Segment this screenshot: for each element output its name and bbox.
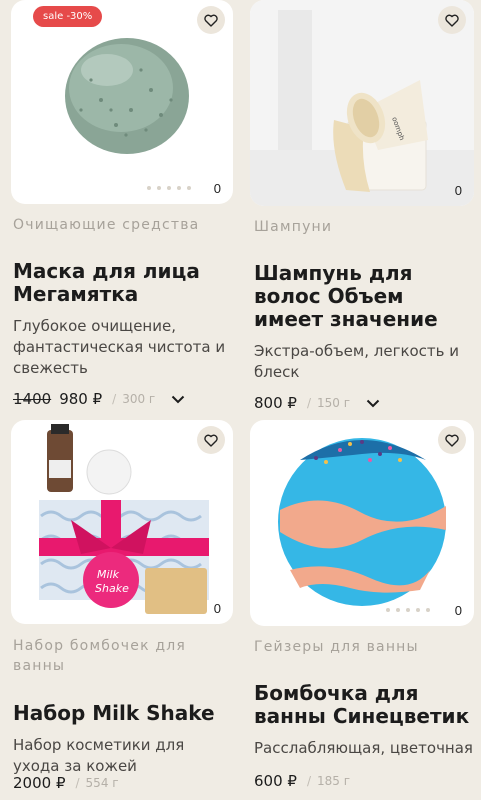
svg-text:Shake: Shake bbox=[95, 582, 129, 595]
price: 2000 ₽ bbox=[13, 774, 66, 792]
product-title[interactable]: Шампунь для волос Объем имеет значение bbox=[254, 262, 476, 331]
product-category[interactable]: Набор бомбочек для ванны bbox=[13, 636, 235, 676]
product-image: Milk Shake bbox=[39, 424, 209, 614]
chevron-down-icon[interactable] bbox=[366, 399, 380, 408]
product-image bbox=[278, 438, 446, 606]
product-card[interactable]: Milk Shake 0 Набор бомбочек для ванны На… bbox=[5, 420, 235, 792]
price: 980 ₽ bbox=[59, 390, 103, 408]
product-card[interactable]: sale -30% 0 Очищающие средства Маска для… bbox=[5, 0, 235, 408]
price: 600 ₽ bbox=[254, 772, 297, 790]
product-image-box[interactable]: sale -30% 0 bbox=[11, 0, 233, 204]
price-separator: / bbox=[306, 774, 311, 788]
weight: 150 г bbox=[317, 396, 351, 410]
cart-count: 0 bbox=[213, 181, 221, 196]
favorite-button[interactable] bbox=[197, 426, 225, 454]
product-description: Набор косметики для ухода за кожей bbox=[13, 736, 185, 775]
product-description: Расслабляющая, цветочная bbox=[254, 739, 473, 757]
product-card[interactable]: oomph 0 Шампуни Шампунь для волос Объем … bbox=[246, 0, 476, 412]
product-title[interactable]: Бомбочка для ванны Синецветик bbox=[254, 682, 476, 728]
favorite-button[interactable] bbox=[438, 6, 466, 34]
product-card[interactable]: 0 Гейзеры для ванны Бомбочка для ванны С… bbox=[246, 420, 476, 790]
product-title[interactable]: Набор Milk Shake bbox=[13, 702, 235, 725]
price-row: 2000 ₽ / 554 г bbox=[13, 774, 119, 792]
sale-badge: sale -30% bbox=[33, 6, 103, 27]
price-separator: / bbox=[75, 776, 80, 790]
image-pagination[interactable] bbox=[386, 608, 430, 612]
heart-icon bbox=[204, 434, 218, 447]
product-image bbox=[65, 38, 189, 154]
product-image-box[interactable]: Milk Shake 0 bbox=[11, 420, 233, 624]
product-title[interactable]: Маска для лица Мегамятка bbox=[13, 260, 235, 306]
heart-icon bbox=[445, 434, 459, 447]
product-image-box[interactable]: 0 bbox=[250, 420, 474, 626]
price-row: 1400 980 ₽ / 300 г bbox=[13, 390, 185, 408]
product-description: Экстра-объем, легкость и блеск bbox=[254, 342, 460, 381]
product-description: Глубокое очищение, фантастическая чистот… bbox=[13, 317, 226, 377]
image-pagination[interactable] bbox=[147, 186, 191, 190]
product-category[interactable]: Шампуни bbox=[254, 218, 476, 236]
heart-icon bbox=[204, 14, 218, 27]
weight: 185 г bbox=[317, 774, 351, 788]
product-category[interactable]: Очищающие средства bbox=[13, 216, 235, 234]
favorite-button[interactable] bbox=[197, 6, 225, 34]
svg-text:Milk: Milk bbox=[97, 568, 120, 581]
chevron-down-icon[interactable] bbox=[171, 395, 185, 404]
product-image: oomph bbox=[250, 0, 474, 206]
heart-icon bbox=[445, 14, 459, 27]
price-separator: / bbox=[112, 392, 117, 406]
price-separator: / bbox=[306, 396, 311, 410]
cart-count: 0 bbox=[454, 183, 462, 198]
weight: 300 г bbox=[122, 392, 156, 406]
price-row: 600 ₽ / 185 г bbox=[254, 772, 350, 790]
product-category[interactable]: Гейзеры для ванны bbox=[254, 638, 476, 656]
cart-count: 0 bbox=[213, 601, 221, 616]
cart-count: 0 bbox=[454, 603, 462, 618]
old-price: 1400 bbox=[13, 390, 52, 408]
weight: 554 г bbox=[85, 776, 119, 790]
price: 800 ₽ bbox=[254, 394, 297, 412]
product-image-box[interactable]: oomph 0 bbox=[250, 0, 474, 206]
price-row: 800 ₽ / 150 г bbox=[254, 394, 380, 412]
favorite-button[interactable] bbox=[438, 426, 466, 454]
